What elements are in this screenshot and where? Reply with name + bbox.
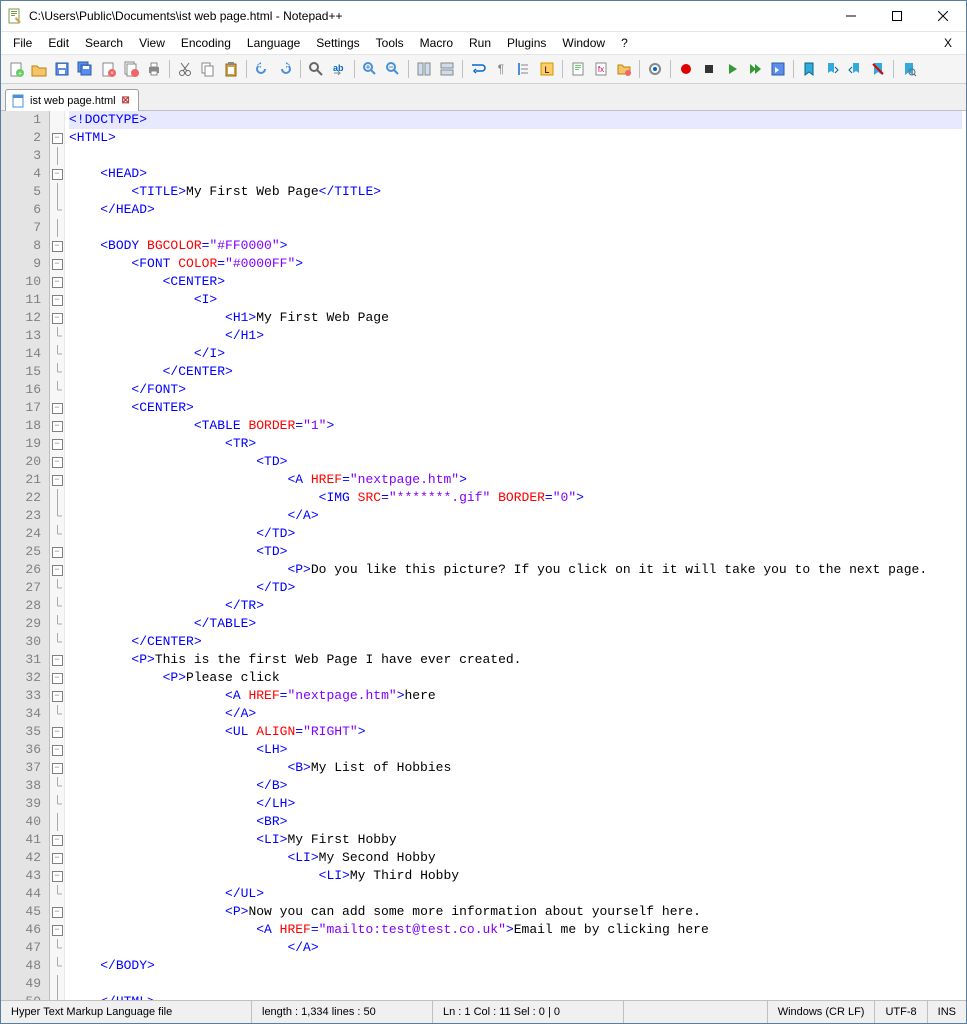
close-icon[interactable]: × (97, 58, 119, 80)
replace-icon[interactable]: ab (328, 58, 350, 80)
bm-clear-icon[interactable] (867, 58, 889, 80)
bm-prev-icon[interactable] (844, 58, 866, 80)
file-tab[interactable]: ist web page.html ⊠ (5, 89, 139, 111)
menubar: FileEditSearchViewEncodingLanguageSettin… (1, 32, 966, 55)
print-icon[interactable] (143, 58, 165, 80)
all-chars-icon[interactable]: ¶ (490, 58, 512, 80)
window-title: C:\Users\Public\Documents\ist web page.h… (29, 9, 828, 23)
redo-icon[interactable] (274, 58, 296, 80)
close-button[interactable] (920, 1, 966, 31)
app-icon (7, 8, 23, 24)
toolbar-separator (462, 60, 463, 78)
menu-encoding[interactable]: Encoding (173, 33, 239, 53)
play-icon[interactable] (721, 58, 743, 80)
svg-text:¶: ¶ (498, 62, 504, 76)
toolbar: + × ab ¶ Lfx (1, 55, 966, 84)
stop-icon[interactable] (698, 58, 720, 80)
svg-text:×: × (110, 71, 114, 77)
html-file-icon (12, 94, 26, 108)
minimize-button[interactable] (828, 1, 874, 31)
tab-close-icon[interactable]: ⊠ (120, 95, 132, 107)
menu-settings[interactable]: Settings (308, 33, 367, 53)
menu-file[interactable]: File (5, 33, 40, 53)
find-icon[interactable] (305, 58, 327, 80)
code-editor[interactable]: 1234567891011121314151617181920212223242… (1, 111, 966, 1000)
paste-icon[interactable] (220, 58, 242, 80)
toolbar-separator (354, 60, 355, 78)
sync-h-icon[interactable] (436, 58, 458, 80)
record-icon[interactable] (675, 58, 697, 80)
menu-search[interactable]: Search (77, 33, 131, 53)
toolbar-separator (169, 60, 170, 78)
toolbar-separator (793, 60, 794, 78)
menu-help[interactable]: ? (613, 33, 636, 53)
save-macro-icon[interactable] (767, 58, 789, 80)
toolbar-separator (670, 60, 671, 78)
menu-edit[interactable]: Edit (40, 33, 77, 53)
status-encoding[interactable]: UTF-8 (875, 1001, 927, 1023)
status-position: Ln : 1 Col : 11 Sel : 0 | 0 (433, 1001, 624, 1023)
sync-v-icon[interactable] (413, 58, 435, 80)
app-window: C:\Users\Public\Documents\ist web page.h… (0, 0, 967, 1024)
doc-map-icon[interactable] (567, 58, 589, 80)
toolbar-separator (246, 60, 247, 78)
tabbar: ist web page.html ⊠ (1, 84, 966, 111)
close-all-icon[interactable] (120, 58, 142, 80)
save-icon[interactable] (51, 58, 73, 80)
menu-macro[interactable]: Macro (412, 33, 461, 53)
open-file-icon[interactable] (28, 58, 50, 80)
bm-next-icon[interactable] (821, 58, 843, 80)
status-length: length : 1,334 lines : 50 (252, 1001, 433, 1023)
monitor-icon[interactable] (644, 58, 666, 80)
toolbar-separator (893, 60, 894, 78)
bm-find-icon[interactable] (898, 58, 920, 80)
menu-window[interactable]: Window (554, 33, 613, 53)
wrap-icon[interactable] (467, 58, 489, 80)
code-area[interactable]: <!DOCTYPE><HTML> <HEAD> <TITLE>My First … (65, 111, 966, 1000)
status-language: Hyper Text Markup Language file (1, 1001, 252, 1023)
svg-text:+: + (18, 71, 22, 77)
status-insert-mode[interactable]: INS (928, 1001, 966, 1023)
cut-icon[interactable] (174, 58, 196, 80)
statusbar: Hyper Text Markup Language file length :… (1, 1000, 966, 1023)
menu-run[interactable]: Run (461, 33, 499, 53)
indent-guide-icon[interactable] (513, 58, 535, 80)
maximize-button[interactable] (874, 1, 920, 31)
menu-view[interactable]: View (131, 33, 173, 53)
bm-toggle-icon[interactable] (798, 58, 820, 80)
new-file-icon[interactable]: + (5, 58, 27, 80)
save-all-icon[interactable] (74, 58, 96, 80)
titlebar[interactable]: C:\Users\Public\Documents\ist web page.h… (1, 1, 966, 32)
zoom-out-icon[interactable] (382, 58, 404, 80)
fold-column[interactable]: −−−−−−−−−−−−−−−−−−−−−−−−− (50, 111, 65, 1000)
menu-plugins[interactable]: Plugins (499, 33, 554, 53)
svg-text:fx: fx (598, 65, 604, 74)
tab-label: ist web page.html (30, 95, 116, 107)
zoom-in-icon[interactable] (359, 58, 381, 80)
toolbar-separator (639, 60, 640, 78)
folder-icon[interactable] (613, 58, 635, 80)
svg-text:L: L (544, 65, 549, 75)
play-multi-icon[interactable] (744, 58, 766, 80)
status-eol[interactable]: Windows (CR LF) (768, 1001, 876, 1023)
copy-icon[interactable] (197, 58, 219, 80)
menu-extra[interactable]: X (934, 33, 962, 53)
menu-tools[interactable]: Tools (368, 33, 412, 53)
func-list-icon[interactable]: fx (590, 58, 612, 80)
toolbar-separator (408, 60, 409, 78)
undo-icon[interactable] (251, 58, 273, 80)
toolbar-separator (300, 60, 301, 78)
lang-icon[interactable]: L (536, 58, 558, 80)
toolbar-separator (562, 60, 563, 78)
line-number-gutter[interactable]: 1234567891011121314151617181920212223242… (1, 111, 50, 1000)
menu-language[interactable]: Language (239, 33, 308, 53)
